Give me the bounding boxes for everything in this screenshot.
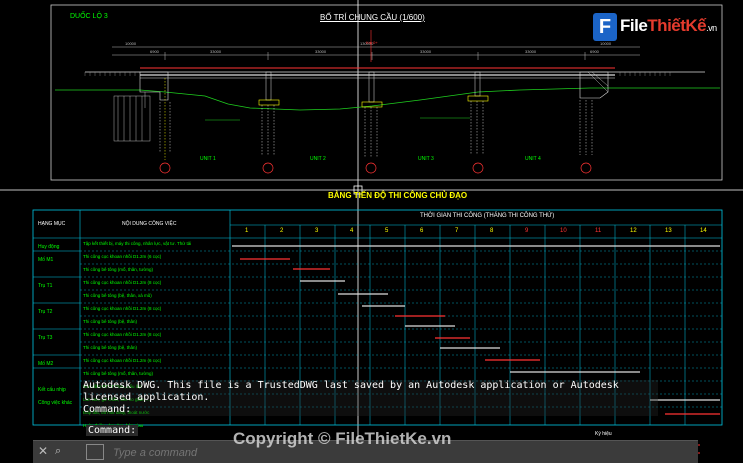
col-hang-muc: HẠNG MỤC bbox=[38, 221, 66, 227]
watermark-badge: F bbox=[593, 13, 617, 41]
month-header: 6 bbox=[420, 228, 424, 234]
month-header: 14 bbox=[700, 228, 707, 234]
svg-text:33000: 33000 bbox=[210, 49, 222, 54]
schedule-group: Mố M2 bbox=[38, 361, 54, 367]
span-label: UNIT 4 bbox=[525, 156, 541, 162]
svg-text:6900: 6900 bbox=[150, 49, 160, 54]
bridge-deck bbox=[85, 67, 705, 79]
month-header: 12 bbox=[630, 228, 637, 234]
month-header: 7 bbox=[455, 228, 459, 234]
month-header: 1 bbox=[245, 228, 249, 234]
month-header: 2 bbox=[280, 228, 284, 234]
schedule-task: Thi công bê tông (mố, thân, tường) bbox=[83, 371, 154, 376]
abutment-m2 bbox=[579, 71, 609, 174]
schedule-group: Trụ T3 bbox=[38, 335, 53, 341]
watermark-text: FileThiếtKế.vn bbox=[620, 16, 717, 35]
close-icon[interactable]: ✕ bbox=[38, 444, 48, 458]
back-link: DUỐC LỘ 3 bbox=[70, 13, 108, 20]
pier-t1 bbox=[258, 71, 280, 174]
month-header: 10 bbox=[560, 228, 567, 234]
month-header: 5 bbox=[385, 228, 389, 234]
schedule-task: Thi công bê tông (mố, thân, tường) bbox=[83, 267, 154, 272]
schedule-group: Công việc khác bbox=[38, 400, 73, 406]
command-history-line: Autodesk DWG. This file is a TrustedDWG … bbox=[83, 380, 619, 403]
schedule-group: Mố M1 bbox=[38, 257, 54, 263]
filethietke-watermark: F FileThiếtKế.vn bbox=[593, 13, 723, 43]
svg-text:33000: 33000 bbox=[420, 49, 432, 54]
command-history: Autodesk DWG. This file is a TrustedDWG … bbox=[83, 380, 658, 416]
month-header: 8 bbox=[490, 228, 494, 234]
svg-text:33000: 33000 bbox=[525, 49, 537, 54]
schedule-task: Thi công cọc khoan nhồi D1.2m (8 cọc) bbox=[83, 306, 162, 311]
schedule-task: Thi công bê tông (bệ, thân) bbox=[83, 345, 138, 350]
svg-text:33000: 33000 bbox=[315, 49, 327, 54]
command-prompt-label: Command: bbox=[86, 425, 139, 436]
schedule-group: Kết cấu nhịp bbox=[38, 387, 66, 393]
autocad-drawing-area[interactable]: 10000 130000 10000 6900 33000 33000 33000 330… bbox=[0, 0, 743, 463]
svg-text:6900: 6900 bbox=[590, 49, 600, 54]
pier-t3 bbox=[467, 71, 489, 174]
abutment-m1 bbox=[113, 71, 171, 174]
month-header: 9 bbox=[525, 228, 529, 234]
recent-commands-icon[interactable] bbox=[86, 444, 104, 460]
col-noi-dung: NỘI DUNG CÔNG VIỆC bbox=[122, 221, 177, 227]
schedule-group: Trụ T2 bbox=[38, 309, 53, 315]
schedule-task: Thi công bê tông (bệ, thân) bbox=[83, 319, 138, 324]
legend-label: Ký hiệu bbox=[595, 431, 612, 437]
schedule-task: Tập kết thiết bị, máy thi công, nhân lực… bbox=[83, 241, 192, 246]
schedule-group: Trụ T1 bbox=[38, 283, 53, 289]
schedule-group: Huy động bbox=[38, 244, 60, 250]
dimension-lines bbox=[112, 46, 640, 60]
schedule-group-header: THỜI GIAN THI CÔNG (THÁNG THI CÔNG THỨ) bbox=[420, 213, 555, 219]
schedule-task: Thi công cọc khoan nhồi D1.2m (6 cọc) bbox=[83, 358, 162, 363]
schedule-task: Thi công cọc khoan nhồi D1.2m (6 cọc) bbox=[83, 254, 162, 259]
schedule-task: Thi công bê tông (bệ, thân, xà mũ) bbox=[83, 293, 152, 298]
pier-t2 bbox=[361, 71, 383, 174]
search-icon[interactable]: ⌕ bbox=[55, 445, 61, 458]
span-label: UNIT 2 bbox=[310, 156, 326, 162]
schedule-task: Thi công cọc khoan nhồi D1.2m (8 cọc) bbox=[83, 280, 162, 285]
natural-ground-line bbox=[55, 87, 720, 111]
month-header: 11 bbox=[595, 228, 602, 234]
drawing-title: BỐ TRÍ CHUNG CẦU (1/600) bbox=[320, 13, 425, 22]
span-label: UNIT 3 bbox=[418, 156, 434, 162]
month-header: 3 bbox=[315, 228, 319, 234]
schedule-task: Thi công cọc khoan nhồi D1.2m (8 cọc) bbox=[83, 332, 162, 337]
schedule-title: BẢNG TIẾN ĐỘ THI CÔNG CHỦ ĐẠO bbox=[328, 191, 468, 200]
svg-text:Km 0+: Km 0+ bbox=[366, 40, 378, 45]
copyright-watermark: Copyright © FileThietKe.vn bbox=[233, 429, 452, 448]
month-header: 13 bbox=[665, 228, 672, 234]
span-label: UNIT 1 bbox=[200, 156, 216, 162]
svg-text:10000: 10000 bbox=[125, 41, 137, 46]
month-header: 4 bbox=[350, 228, 354, 234]
command-history-prompt: Command: bbox=[83, 404, 132, 415]
